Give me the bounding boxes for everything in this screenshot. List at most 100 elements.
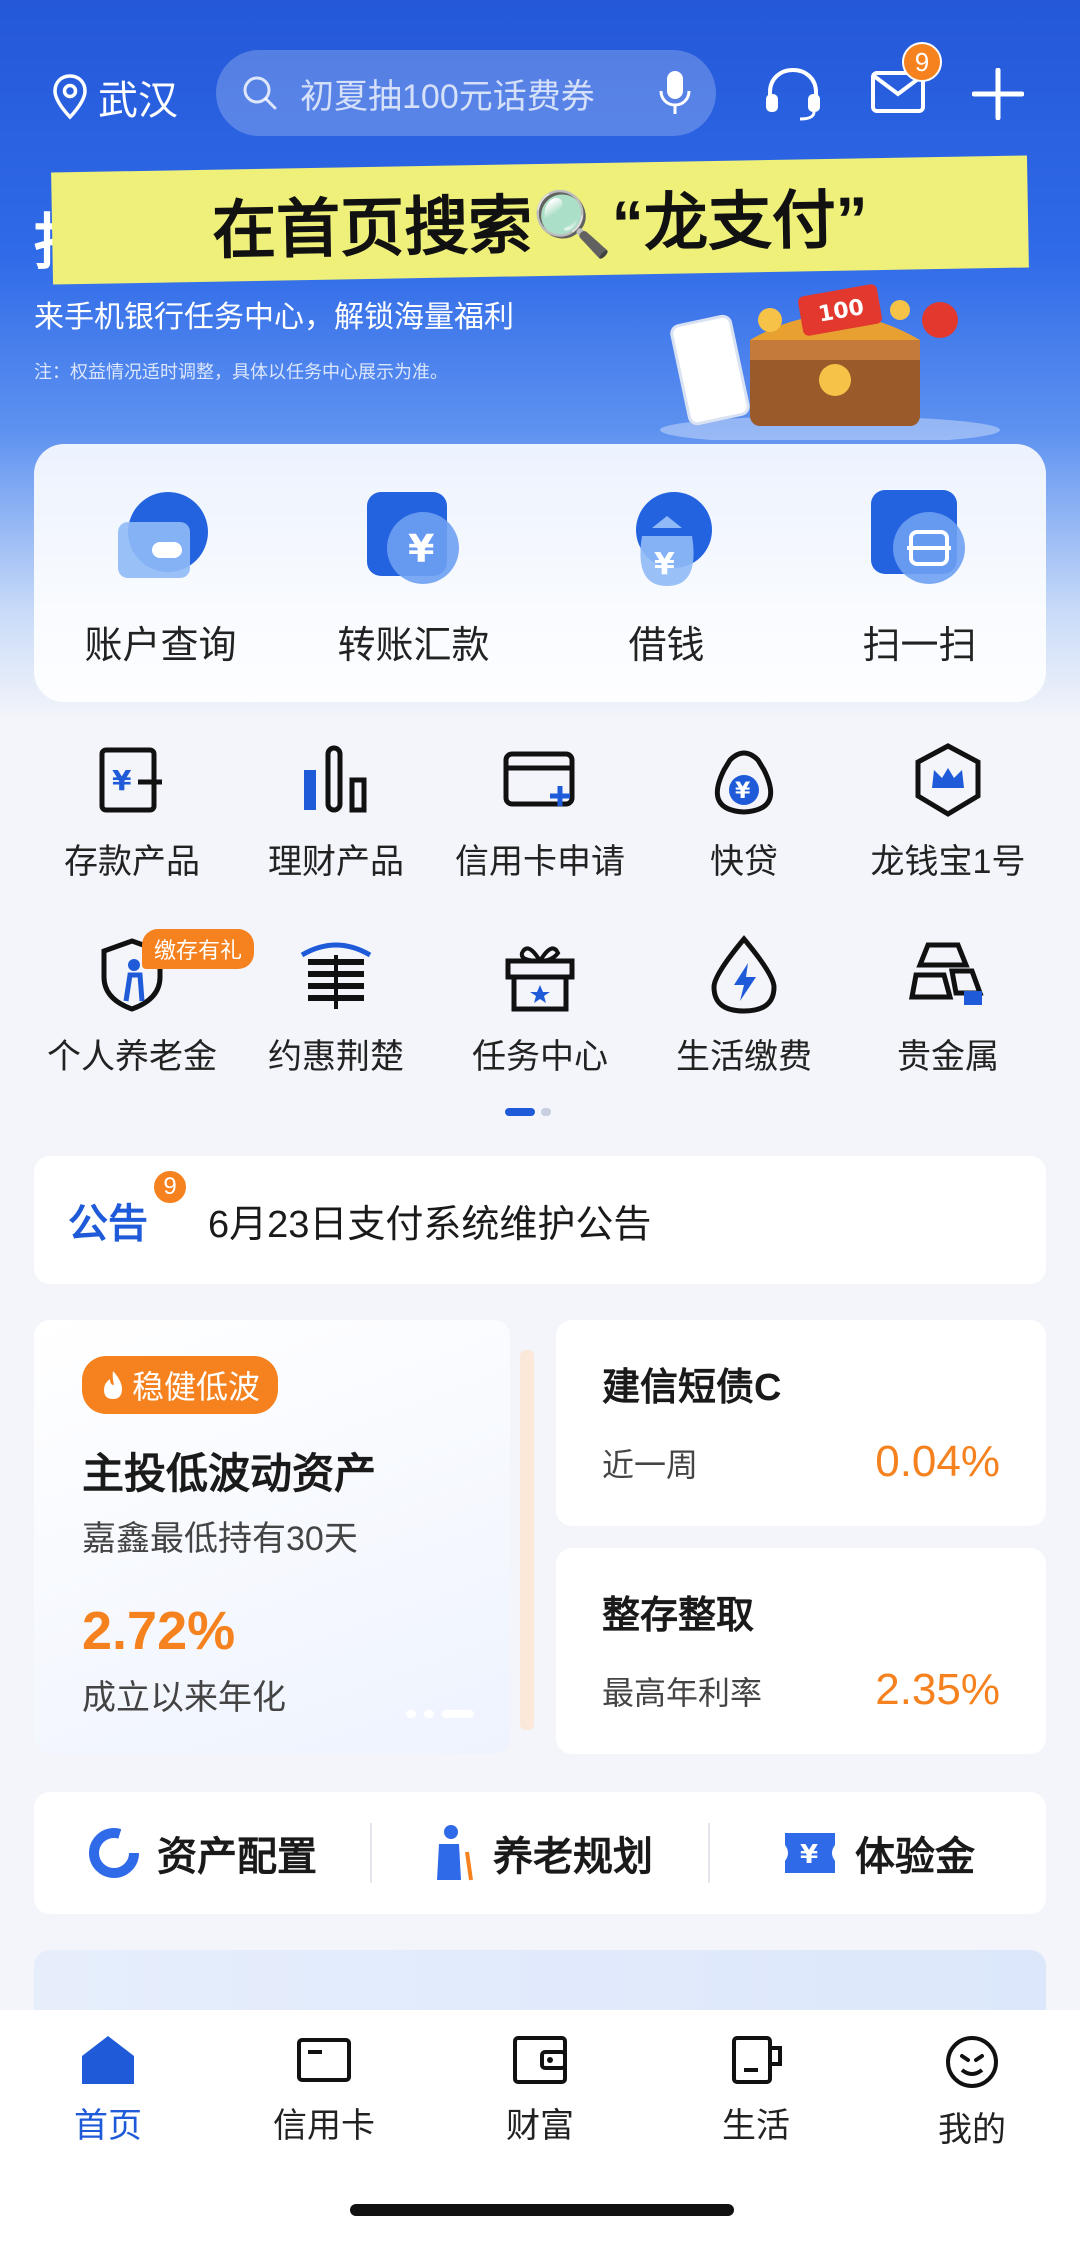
add-button[interactable] <box>971 67 1025 125</box>
promo-banner[interactable]: 在首页搜索🔍“龙支付” <box>51 155 1029 285</box>
grid-item-label: 信用卡申请 <box>455 843 625 881</box>
tab-label: 首页 <box>74 2107 142 2145</box>
product-card-short-bond[interactable]: 建信短债C 近一周 0.04% <box>556 1320 1046 1526</box>
quick-action-borrow[interactable]: ¥ 借钱 <box>567 486 767 669</box>
grid-item-yuehui-jingchu[interactable]: 约惠荆楚 <box>236 935 436 1130</box>
search-icon <box>243 76 277 110</box>
link-label: 体验金 <box>855 1835 975 1879</box>
product-subtitle: 嘉鑫最低持有30天 <box>82 1520 358 1558</box>
product-tag: 稳健低波 <box>82 1356 279 1414</box>
svg-text:¥: ¥ <box>654 547 675 582</box>
grid-item-label: 存款产品 <box>64 843 200 881</box>
grid-item-personal-pension[interactable]: 缴存有礼 个人养老金 <box>32 929 255 1130</box>
elder-icon <box>437 1825 473 1881</box>
messages-button[interactable]: 9 <box>870 42 942 119</box>
product-metric-value: 2.35% <box>875 1665 1000 1714</box>
service-grid-row: ¥ 存款产品 理财产品 信用卡申请 ¥ 快贷 龙钱宝1号 <box>0 740 1080 935</box>
location-selector[interactable]: 武汉 <box>52 68 178 126</box>
mail-badge: 9 <box>902 42 942 82</box>
grid-item-label: 理财产品 <box>268 843 404 881</box>
quick-links-bar: 资产配置 养老规划 ¥ 体验金 <box>34 1792 1046 1914</box>
money-bag-icon: ¥ <box>635 492 712 586</box>
transfer-icon: ¥ <box>366 492 459 584</box>
announcement-tag-label: 公告 <box>68 1202 148 1246</box>
grid-item-credit-card-apply[interactable]: 信用卡申请 <box>440 740 640 935</box>
tab-profile[interactable]: 我的 <box>882 2034 1062 2242</box>
tab-label: 我的 <box>938 2111 1006 2149</box>
svg-text:¥: ¥ <box>112 764 132 797</box>
tab-home[interactable]: 首页 <box>18 2034 198 2242</box>
tab-label: 信用卡 <box>273 2107 375 2145</box>
grid-item-deposit-products[interactable]: ¥ 存款产品 <box>32 740 232 935</box>
link-label: 资产配置 <box>157 1835 317 1879</box>
link-trial-fund[interactable]: ¥ 体验金 <box>710 1824 1046 1882</box>
quick-action-scan[interactable]: 扫一扫 <box>820 486 1020 669</box>
link-asset-allocation[interactable]: 资产配置 <box>34 1824 370 1882</box>
svg-text:¥: ¥ <box>800 1840 818 1870</box>
bar-chart-icon <box>304 745 367 813</box>
grid-item-quick-loan[interactable]: ¥ 快贷 <box>644 740 844 935</box>
quick-action-label: 借钱 <box>628 625 705 667</box>
home-indicator <box>350 2204 734 2216</box>
product-metric-label: 近一周 <box>602 1447 699 1483</box>
featured-product-card[interactable]: 稳健低波 主投低波动资产 嘉鑫最低持有30天 2.72% 成立以来年化 <box>34 1320 534 1754</box>
wallet-icon <box>117 492 208 578</box>
location-label: 武汉 <box>98 79 178 123</box>
grid-item-life-payments[interactable]: 生活缴费 <box>644 935 844 1130</box>
gift-icon <box>505 946 575 1012</box>
announcement-bar[interactable]: 公告 9 6月23日支付系统维护公告 <box>34 1156 1046 1284</box>
carousel-dot <box>406 1710 416 1718</box>
banner-note: 注：权益情况适时调整，具体以任务中心展示为准。 <box>34 362 448 382</box>
product-metric-label: 最高年利率 <box>602 1675 763 1711</box>
cup-icon <box>732 2036 782 2084</box>
announcement-badge: 9 <box>152 1169 188 1205</box>
gold-bars-icon <box>909 942 984 1005</box>
top-bar: 武汉 初夏抽100元话费券 9 <box>0 42 1080 140</box>
carousel-indicator <box>406 1710 474 1718</box>
pie-chart-icon <box>89 1828 139 1878</box>
grid-item-task-center[interactable]: 任务中心 <box>440 935 640 1130</box>
grid-item-label: 生活缴费 <box>676 1038 812 1076</box>
headset-icon <box>766 67 820 121</box>
quick-action-label: 账户查询 <box>84 625 237 667</box>
customer-service-button[interactable] <box>762 66 824 127</box>
svg-text:¥: ¥ <box>735 779 751 804</box>
microphone-icon[interactable] <box>658 69 692 117</box>
treasure-chest-illustration: 100 <box>660 284 1000 440</box>
carousel-dot-active <box>442 1710 474 1718</box>
quick-action-account-query[interactable]: 账户查询 <box>61 486 261 669</box>
product-tag-label: 稳健低波 <box>132 1369 261 1405</box>
loan-bag-icon: ¥ <box>714 750 774 815</box>
quick-action-transfer[interactable]: ¥ 转账汇款 <box>314 486 514 669</box>
page-dot-active <box>505 1108 535 1116</box>
product-rate: 2.72% <box>82 1601 236 1661</box>
grid-item-label: 贵金属 <box>897 1038 999 1076</box>
product-card-fixed-deposit[interactable]: 整存整取 最高年利率 2.35% <box>556 1548 1046 1754</box>
link-pension-planning[interactable]: 养老规划 <box>372 1824 708 1882</box>
grid-item-label: 个人养老金 <box>47 1038 217 1076</box>
quick-actions-card: 账户查询 ¥ 转账汇款 ¥ 借钱 扫一扫 <box>34 444 1046 702</box>
grid-item-precious-metals[interactable]: 贵金属 <box>848 935 1048 1130</box>
carousel-dot <box>424 1710 434 1718</box>
grid-item-label: 龙钱宝1号 <box>870 843 1026 881</box>
quick-action-label: 扫一扫 <box>862 625 977 667</box>
grid-item-label: 任务中心 <box>472 1038 608 1076</box>
service-grid-row: 缴存有礼 个人养老金 约惠荆楚 任务中心 生活缴费 贵金属 <box>0 929 1080 1130</box>
drop-bolt-icon <box>711 935 777 1014</box>
grid-item-wealth-products[interactable]: 理财产品 <box>236 740 436 935</box>
service-grid: ¥ 存款产品 理财产品 信用卡申请 ¥ 快贷 龙钱宝1号 缴存有礼 个人养老金 … <box>0 740 1080 1130</box>
card-icon <box>297 2038 351 2082</box>
flame-icon <box>104 1371 122 1399</box>
search-input[interactable]: 初夏抽100元话费券 <box>216 50 716 136</box>
page-dot <box>541 1108 551 1116</box>
banner-headline: 在首页搜索🔍“龙支付” <box>211 183 869 267</box>
announcement-tag: 公告 9 <box>68 1169 188 1249</box>
svg-text:¥: ¥ <box>408 527 434 571</box>
crown-shield-icon <box>915 743 981 817</box>
grid-item-longqianbao[interactable]: 龙钱宝1号 <box>848 740 1048 935</box>
home-icon <box>82 2036 134 2084</box>
search-placeholder: 初夏抽100元话费券 <box>300 77 595 116</box>
wallet-icon <box>513 2036 567 2084</box>
product-metric-value: 0.04% <box>875 1437 1000 1486</box>
product-title: 整存整取 <box>602 1595 755 1637</box>
